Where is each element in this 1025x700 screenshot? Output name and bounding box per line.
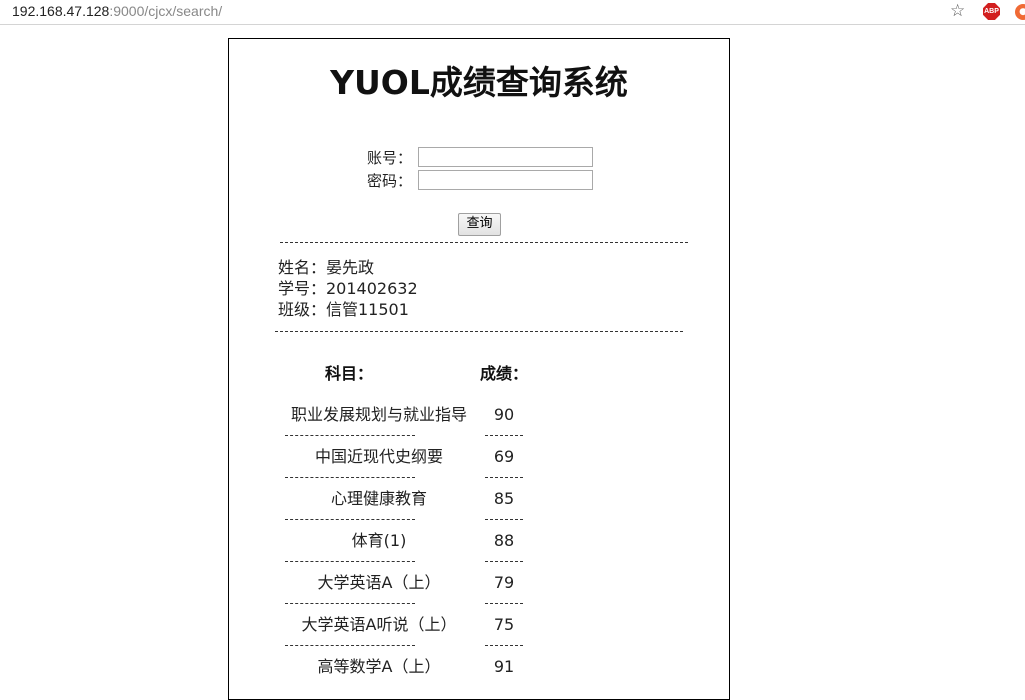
row-divider	[285, 519, 415, 520]
row-divider	[485, 603, 523, 604]
url-host: 192.168.47.128	[12, 3, 110, 19]
password-input[interactable]	[418, 170, 593, 190]
bookmark-star-icon[interactable]: ☆	[950, 1, 965, 21]
subject-cell: 大学英语A听说（上）	[301, 615, 457, 634]
subject-cell: 体育(1)	[351, 531, 407, 550]
subject-cell: 心理健康教育	[330, 489, 427, 508]
row-divider	[485, 561, 523, 562]
password-label: 密码：	[367, 172, 413, 190]
divider	[275, 331, 683, 332]
subject-cell: 大学英语A（上）	[317, 573, 441, 592]
url-text[interactable]: 192.168.47.128:9000/cjcx/search/	[12, 2, 222, 20]
grade-query-panel: YUOL成绩查询系统 账号： 密码： 查询 姓名：晏先政 学号：20140263…	[228, 38, 730, 700]
row-divider	[285, 645, 415, 646]
page-title: YUOL成绩查询系统	[330, 63, 628, 102]
row-divider	[285, 477, 415, 478]
subject-cell: 职业发展规划与就业指导	[290, 405, 467, 424]
score-cell: 75	[493, 615, 515, 634]
student-class: 班级：信管11501	[278, 300, 409, 319]
score-cell: 90	[493, 405, 515, 424]
score-cell: 69	[493, 447, 515, 466]
score-header: 成绩：	[480, 364, 529, 383]
account-input[interactable]	[418, 147, 593, 167]
subject-cell: 中国近现代史纲要	[314, 447, 443, 466]
extension-icon[interactable]: ●	[1015, 4, 1025, 20]
adblock-plus-icon[interactable]: ABP	[983, 3, 1000, 20]
row-divider	[485, 435, 523, 436]
score-cell: 79	[493, 573, 515, 592]
divider	[280, 242, 688, 243]
account-label: 账号：	[367, 149, 413, 167]
query-button[interactable]: 查询	[458, 213, 501, 236]
url-path: :9000/cjcx/search/	[109, 3, 223, 19]
student-name: 姓名：晏先政	[278, 258, 375, 277]
score-cell: 85	[493, 489, 515, 508]
row-divider	[285, 561, 415, 562]
subject-header: 科目：	[325, 364, 374, 383]
score-cell: 91	[493, 657, 515, 676]
browser-address-bar[interactable]: 192.168.47.128:9000/cjcx/search/ ☆ ABP ●	[0, 0, 1025, 25]
row-divider	[285, 603, 415, 604]
row-divider	[285, 435, 415, 436]
row-divider	[485, 519, 523, 520]
row-divider	[485, 477, 523, 478]
row-divider	[485, 645, 523, 646]
student-id: 学号：201402632	[278, 279, 418, 298]
score-cell: 88	[493, 531, 515, 550]
subject-cell: 高等数学A（上）	[317, 657, 441, 676]
